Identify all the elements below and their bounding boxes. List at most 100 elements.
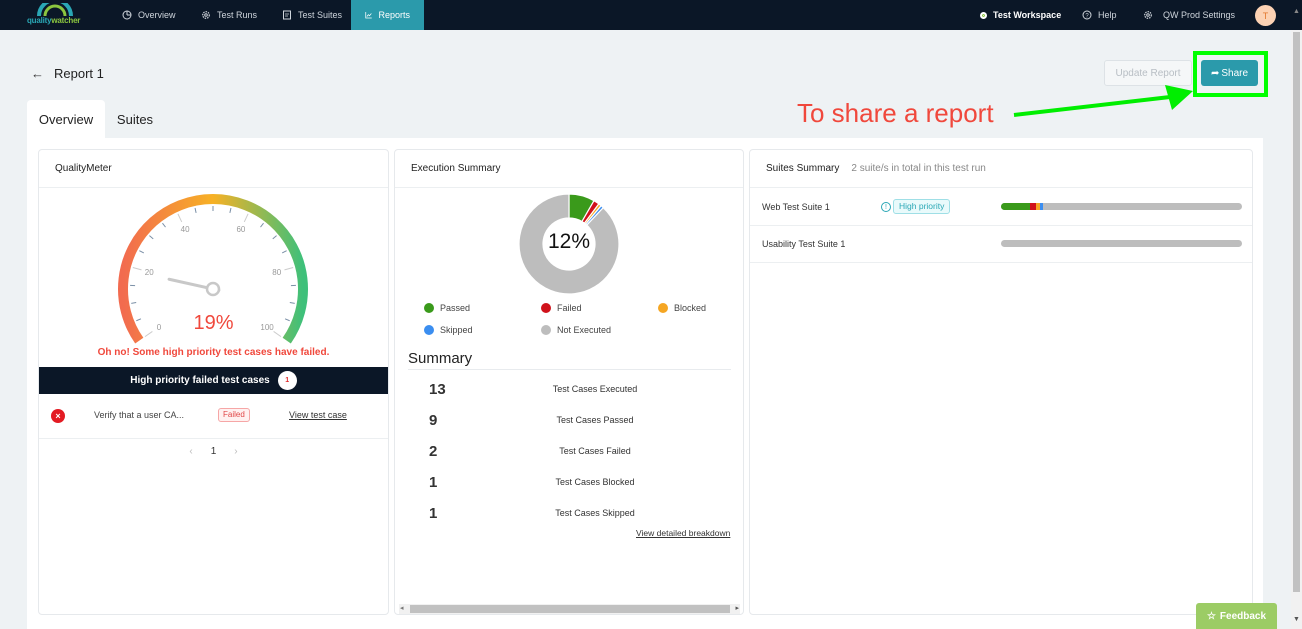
gauge-tick — [289, 302, 295, 304]
failed-case-row: × Verify that a user CA... Failed View t… — [39, 394, 388, 439]
legend-dot-icon — [658, 303, 668, 313]
legend-blocked[interactable]: Blocked — [658, 303, 706, 313]
prev-page-icon[interactable]: ‹ — [189, 446, 192, 457]
gauge-tick — [194, 207, 197, 213]
scroll-up-arrow-icon[interactable]: ▲ — [1293, 8, 1300, 15]
summary-value: 2 — [429, 443, 438, 460]
view-test-case-link[interactable]: View test case — [289, 410, 347, 420]
nav-reports-label: Reports — [378, 10, 410, 20]
gauge-tick — [229, 207, 232, 213]
current-page[interactable]: 1 — [211, 446, 217, 457]
next-page-icon[interactable]: › — [234, 446, 237, 457]
suite-progress-bar — [1001, 203, 1242, 210]
scroll-down-arrow-icon[interactable]: ▼ — [1293, 616, 1300, 623]
gauge-tick — [162, 222, 166, 228]
page-scrollbar[interactable] — [1291, 30, 1302, 629]
gauge-tick-label: 20 — [145, 268, 154, 277]
summary-heading: Summary — [408, 350, 473, 367]
settings-link[interactable]: QW Prod Settings — [1143, 0, 1235, 30]
summary-value: 13 — [429, 381, 446, 398]
pie-chart-icon — [122, 10, 132, 20]
view-detailed-breakdown-link[interactable]: View detailed breakdown — [636, 528, 730, 538]
feedback-button[interactable]: ☆ Feedback — [1196, 603, 1277, 629]
info-icon: ! — [881, 202, 891, 212]
legend-dot-icon — [541, 325, 551, 335]
quality-percent: 19% — [193, 312, 234, 334]
help-link[interactable]: ? Help — [1082, 0, 1117, 30]
scrollbar-thumb[interactable] — [1293, 32, 1300, 592]
gauge-pivot — [205, 281, 221, 297]
legend-not-executed[interactable]: Not Executed — [541, 325, 611, 335]
clipboard-icon — [283, 10, 291, 20]
donut-center-label: 12% — [547, 230, 591, 253]
scroll-right-arrow-icon[interactable]: ▸ — [735, 604, 739, 612]
gauge-tick — [281, 250, 287, 254]
summary-label: Test Cases Passed — [556, 415, 634, 425]
tab-suites[interactable]: Suites — [110, 100, 160, 138]
scroll-left-arrow-icon[interactable]: ◂ — [400, 604, 404, 612]
legend-dot-icon — [424, 303, 434, 313]
gauge-tick — [260, 222, 264, 228]
suites-summary-card: Suites Summary 2 suite/s in total in thi… — [749, 149, 1253, 615]
suite-row[interactable]: Usability Test Suite 1 — [750, 226, 1252, 263]
horizontal-scrollbar-thumb[interactable] — [410, 605, 730, 613]
feedback-label: Feedback — [1219, 610, 1267, 622]
help-label: Help — [1098, 10, 1117, 20]
back-arrow-icon[interactable]: ← — [31, 66, 44, 81]
gauge-tick-label: 40 — [181, 225, 190, 234]
summary-row-failed: 2 Test Cases Failed — [395, 443, 743, 463]
legend-skipped[interactable]: Skipped — [424, 325, 473, 335]
failure-message: Oh no! Some high priority test cases hav… — [97, 347, 330, 358]
legend-label: Failed — [557, 303, 582, 313]
failed-count-badge: 1 — [277, 371, 297, 390]
gauge-tick — [149, 235, 154, 240]
summary-label: Test Cases Executed — [552, 384, 638, 394]
quality-watcher-logo[interactable]: qualitywatcher — [22, 2, 88, 28]
suites-summary-subtitle: 2 suite/s in total in this test run — [851, 163, 986, 174]
quality-meter-title: QualityMeter — [39, 150, 388, 188]
quality-meter-card: QualityMeter 0 20 40 60 80 100 19% Oh no… — [38, 149, 389, 615]
suite-bar-segment-passed — [1001, 203, 1030, 210]
gauge-tick-label: 80 — [272, 268, 281, 277]
summary-divider — [408, 369, 731, 370]
suites-summary-header: Suites Summary 2 suite/s in total in thi… — [750, 150, 1252, 188]
sparkle-star-icon: ☆ — [1206, 610, 1216, 622]
gauge-tick — [284, 267, 294, 271]
summary-label: Test Cases Skipped — [555, 508, 635, 518]
workspace-label: Test Workspace — [993, 10, 1062, 20]
nav-overview[interactable]: Overview — [108, 0, 190, 30]
suite-bar-segment-skipped — [1039, 203, 1043, 210]
gear-icon — [202, 11, 210, 19]
execution-summary-card: Execution Summary 12% Passed Failed Bloc… — [394, 149, 744, 615]
suite-progress-bar — [1001, 240, 1242, 247]
summary-label: Test Cases Blocked — [555, 477, 635, 487]
nav-test-runs-label: Test Runs — [217, 10, 258, 20]
suite-name[interactable]: Usability Test Suite 1 — [762, 239, 845, 249]
legend-dot-icon — [424, 325, 434, 335]
failed-x-icon: × — [51, 409, 65, 423]
priority-badge: High priority — [893, 199, 951, 214]
nav-reports[interactable]: Reports — [351, 0, 424, 30]
suite-row[interactable]: Web Test Suite 1 ! High priority — [750, 189, 1252, 226]
tab-overview[interactable]: Overview — [27, 100, 105, 138]
settings-label: QW Prod Settings — [1163, 10, 1236, 20]
nav-test-suites[interactable]: Test Suites — [268, 0, 356, 30]
legend-failed[interactable]: Failed — [541, 303, 582, 313]
legend-label: Passed — [440, 303, 471, 313]
user-avatar[interactable]: T — [1255, 5, 1276, 26]
horizontal-scrollbar[interactable]: ◂ ▸ — [399, 604, 740, 614]
legend-dot-icon — [541, 303, 551, 313]
failed-case-name: Verify that a user CA... — [94, 410, 185, 420]
gauge-tick — [132, 267, 142, 271]
legend-passed[interactable]: Passed — [424, 303, 470, 313]
page-title: Report 1 — [54, 66, 104, 81]
top-navigation: qualitywatcher Overview Test Runs Test S… — [0, 0, 1302, 30]
annotation-arrow-icon — [1013, 85, 1193, 117]
gauge-tick — [272, 235, 277, 240]
line-chart-icon — [365, 12, 372, 19]
gauge-tick — [139, 250, 145, 254]
nav-test-runs[interactable]: Test Runs — [187, 0, 271, 30]
logo-gauge-icon — [37, 3, 73, 17]
suite-name[interactable]: Web Test Suite 1 — [762, 202, 830, 212]
workspace-selector[interactable]: Test Workspace — [980, 0, 1061, 30]
